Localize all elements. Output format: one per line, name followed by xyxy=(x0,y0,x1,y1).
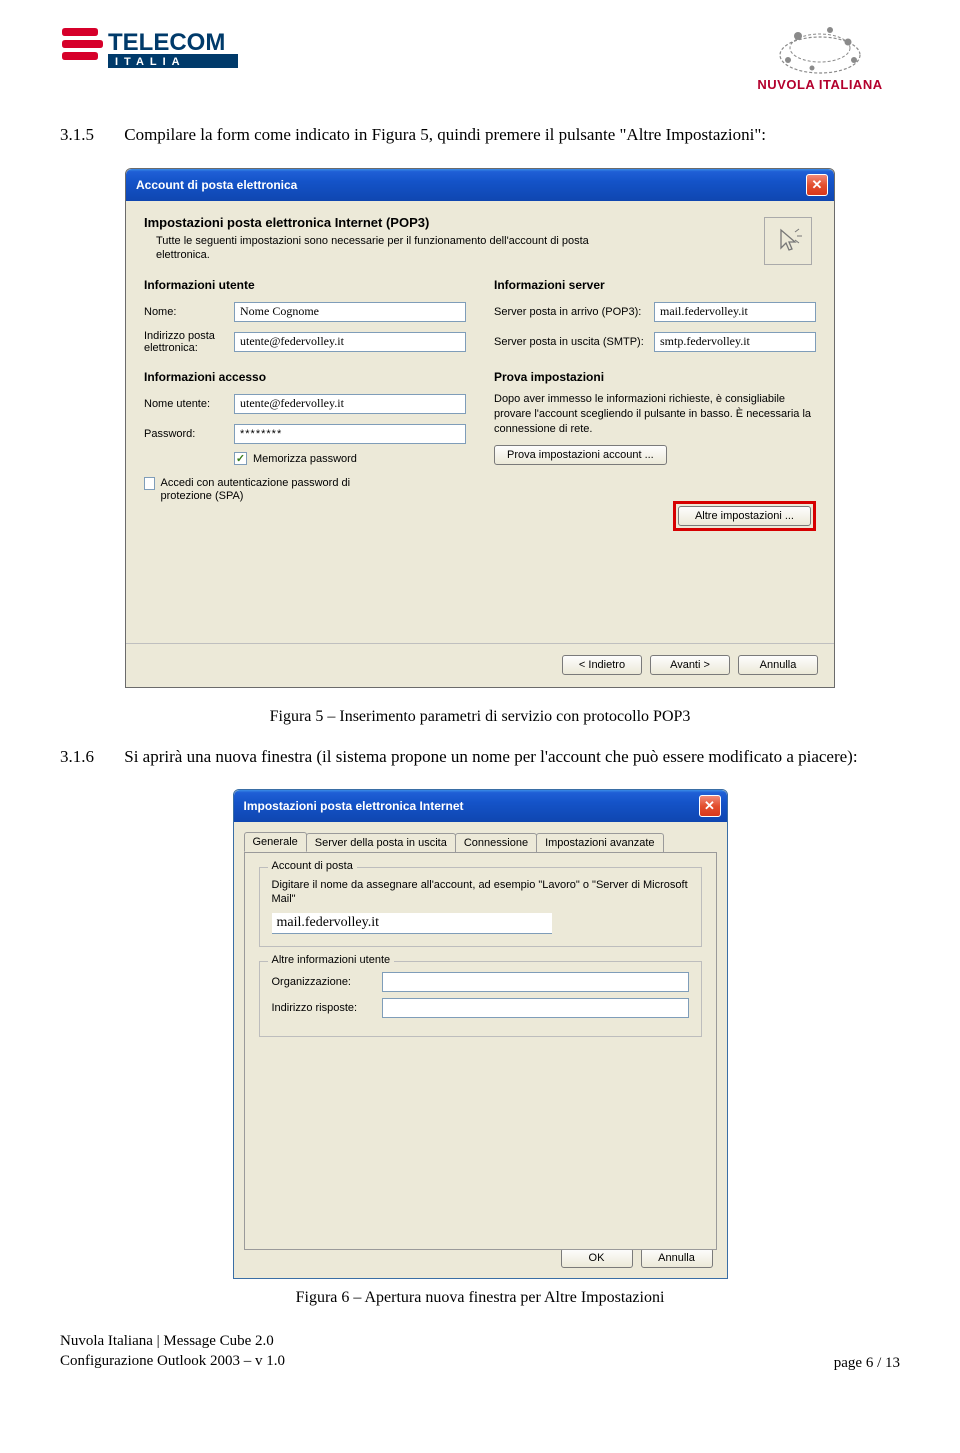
dialog2-close-icon[interactable]: ✕ xyxy=(699,795,721,817)
input-nome[interactable]: Nome Cognome xyxy=(234,302,466,322)
input-organizzazione[interactable] xyxy=(382,972,689,992)
label-smtp: Server posta in uscita (SMTP): xyxy=(494,336,654,348)
telecom-logo: TELECOM ITALIA xyxy=(60,20,290,75)
memorizza-label: Memorizza password xyxy=(253,453,357,465)
label-indirizzo: Indirizzo posta elettronica: xyxy=(144,330,234,354)
dialog1-title: Account di posta elettronica xyxy=(136,178,297,192)
input-smtp[interactable]: smtp.federvolley.it xyxy=(654,332,816,352)
altre-impostazioni-highlight: Altre impostazioni ... xyxy=(673,501,816,531)
dialog2: Impostazioni posta elettronica Internet … xyxy=(233,789,728,1279)
next-button[interactable]: Avanti > xyxy=(650,655,730,675)
spa-label: Accedi con autenticazione password di pr… xyxy=(161,477,374,503)
input-nomeutente[interactable]: utente@federvolley.it xyxy=(234,394,466,414)
memorizza-password-row[interactable]: ✓ Memorizza password xyxy=(234,452,466,465)
label-organizzazione: Organizzazione: xyxy=(272,976,382,988)
tab-uscita[interactable]: Server della posta in uscita xyxy=(306,833,456,852)
group-utente: Informazioni utente xyxy=(144,278,466,292)
wizard-buttons: < Indietro Avanti > Annulla xyxy=(126,643,834,687)
cancel-button-2[interactable]: Annulla xyxy=(641,1248,713,1268)
footer-line1: Nuvola Italiana | Message Cube 2.0 xyxy=(60,1331,285,1351)
tab-generale[interactable]: Generale xyxy=(244,832,307,852)
telecom-sub: ITALIA xyxy=(115,56,186,68)
label-indirizzo-risposte: Indirizzo risposte: xyxy=(272,1002,382,1014)
dialog2-buttons: OK Annulla xyxy=(561,1248,713,1268)
section-316-text: Si aprirà una nuova finestra (il sistema… xyxy=(124,744,884,770)
group-accesso: Informazioni accesso xyxy=(144,370,466,384)
tab-connessione[interactable]: Connessione xyxy=(455,833,537,852)
prova-text: Dopo aver immesso le informazioni richie… xyxy=(494,392,816,437)
input-password[interactable]: ******** xyxy=(234,424,466,444)
fieldset-account-text: Digitare il nome da assegnare all'accoun… xyxy=(272,878,689,907)
account-name-input[interactable]: mail.federvolley.it xyxy=(272,913,552,934)
section-315: 3.1.5 Compilare la form come indicato in… xyxy=(60,122,900,148)
input-pop3[interactable]: mail.federvolley.it xyxy=(654,302,816,322)
fieldset-altre-info: Altre informazioni utente Organizzazione… xyxy=(259,961,702,1037)
footer-line2: Configurazione Outlook 2003 – v 1.0 xyxy=(60,1351,285,1371)
label-pop3: Server posta in arrivo (POP3): xyxy=(494,306,654,318)
tab-avanzate[interactable]: Impostazioni avanzate xyxy=(536,833,663,852)
checkbox-unchecked-icon[interactable] xyxy=(144,477,155,490)
dialog1: Account di posta elettronica ✕ Impostazi… xyxy=(125,168,835,688)
footer: Nuvola Italiana | Message Cube 2.0 Confi… xyxy=(60,1325,900,1372)
dialog2-title: Impostazioni posta elettronica Internet xyxy=(244,799,464,813)
group-server: Informazioni server xyxy=(494,278,816,292)
header-row: TELECOM ITALIA NUVOLA ITALIANA xyxy=(60,20,900,92)
figure6-caption: Figura 6 – Apertura nuova finestra per A… xyxy=(60,1289,900,1307)
cancel-button[interactable]: Annulla xyxy=(738,655,818,675)
ok-button[interactable]: OK xyxy=(561,1248,633,1268)
nuvola-badge: NUVOLA ITALIANA xyxy=(740,20,900,92)
altre-impostazioni-button[interactable]: Altre impostazioni ... xyxy=(678,506,811,526)
fieldset-altre-legend: Altre informazioni utente xyxy=(268,954,395,966)
telecom-brand-text: TELECOM xyxy=(108,29,225,56)
back-button[interactable]: < Indietro xyxy=(562,655,642,675)
nuvola-brand-text: NUVOLA ITALIANA xyxy=(740,77,900,92)
fieldset-account: Account di posta Digitare il nome da ass… xyxy=(259,867,702,947)
cursor-placeholder-icon xyxy=(764,217,812,265)
fieldset-account-legend: Account di posta xyxy=(268,860,357,872)
input-indirizzo[interactable]: utente@federvolley.it xyxy=(234,332,466,352)
label-nome: Nome: xyxy=(144,306,234,318)
section-315-num: 3.1.5 xyxy=(60,122,120,148)
input-indirizzo-risposte[interactable] xyxy=(382,998,689,1018)
label-nomeutente: Nome utente: xyxy=(144,398,234,410)
spa-row[interactable]: Accedi con autenticazione password di pr… xyxy=(144,477,374,503)
figure5-caption: Figura 5 – Inserimento parametri di serv… xyxy=(60,708,900,726)
tabs: Generale Server della posta in uscita Co… xyxy=(234,822,727,852)
prova-button[interactable]: Prova impostazioni account ... xyxy=(494,445,667,465)
label-password: Password: xyxy=(144,428,234,440)
section-315-text: Compilare la form come indicato in Figur… xyxy=(124,122,884,148)
section-316-num: 3.1.6 xyxy=(60,744,120,770)
dialog1-heading: Impostazioni posta elettronica Internet … xyxy=(144,215,816,230)
page-number: page 6 / 13 xyxy=(834,1355,900,1372)
group-prova: Prova impostazioni xyxy=(494,370,816,384)
dialog1-subtitle: Tutte le seguenti impostazioni sono nece… xyxy=(144,234,644,263)
checkbox-checked-icon[interactable]: ✓ xyxy=(234,452,247,465)
close-icon[interactable]: ✕ xyxy=(806,174,828,196)
dialog2-titlebar: Impostazioni posta elettronica Internet … xyxy=(234,790,727,822)
titlebar: Account di posta elettronica ✕ xyxy=(126,169,834,201)
section-316: 3.1.6 Si aprirà una nuova finestra (il s… xyxy=(60,744,900,770)
tab-panel-generale: Account di posta Digitare il nome da ass… xyxy=(244,852,717,1250)
